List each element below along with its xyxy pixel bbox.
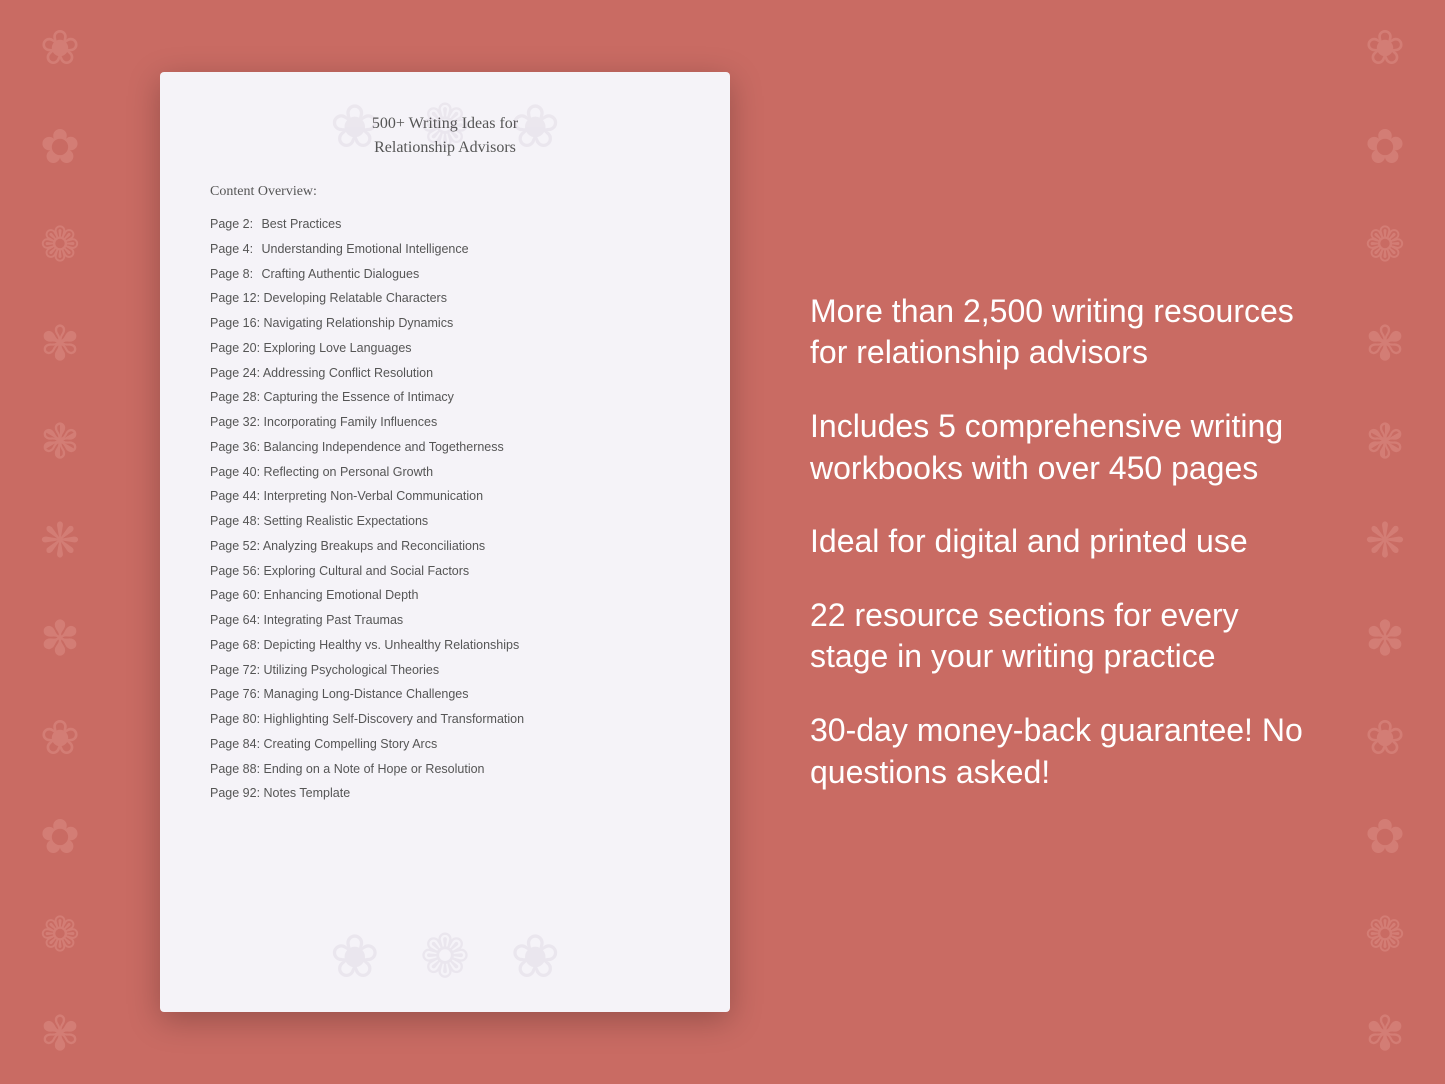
document-panel: ❀ ❁ ❀ 500+ Writing Ideas for Relationshi… [160,72,730,1012]
toc-item: Page 68: Depicting Healthy vs. Unhealthy… [210,633,680,658]
table-of-contents: Page 2: Best PracticesPage 4: Understand… [210,212,680,806]
toc-item: Page 36: Balancing Independence and Toge… [210,435,680,460]
document-title: 500+ Writing Ideas for Relationship Advi… [210,112,680,160]
toc-item: Page 32: Incorporating Family Influences [210,410,680,435]
info-point-5: 30-day money-back guarantee! No question… [810,710,1305,793]
info-point-3: Ideal for digital and printed use [810,521,1305,563]
toc-item: Page 2: Best Practices [210,212,680,237]
toc-item: Page 24: Addressing Conflict Resolution [210,361,680,386]
toc-item: Page 56: Exploring Cultural and Social F… [210,559,680,584]
toc-item: Page 64: Integrating Past Traumas [210,608,680,633]
toc-item: Page 52: Analyzing Breakups and Reconcil… [210,534,680,559]
toc-item: Page 16: Navigating Relationship Dynamic… [210,311,680,336]
content-overview-label: Content Overview: [210,184,680,200]
toc-item: Page 92: Notes Template [210,781,680,806]
info-point-2: Includes 5 comprehensive writing workboo… [810,406,1305,489]
toc-item: Page 20: Exploring Love Languages [210,336,680,361]
main-content: ❀ ❁ ❀ 500+ Writing Ideas for Relationshi… [0,0,1445,1084]
toc-item: Page 48: Setting Realistic Expectations [210,509,680,534]
toc-item: Page 60: Enhancing Emotional Depth [210,583,680,608]
toc-item: Page 40: Reflecting on Personal Growth [210,460,680,485]
toc-item: Page 80: Highlighting Self-Discovery and… [210,707,680,732]
info-panel: More than 2,500 writing resources for re… [790,291,1305,793]
toc-item: Page 84: Creating Compelling Story Arcs [210,732,680,757]
info-point-1: More than 2,500 writing resources for re… [810,291,1305,374]
info-point-4: 22 resource sections for every stage in … [810,595,1305,678]
toc-item: Page 4: Understanding Emotional Intellig… [210,237,680,262]
watermark-bottom: ❀ ❁ ❀ [160,922,730,992]
toc-item: Page 8: Crafting Authentic Dialogues [210,262,680,287]
toc-item: Page 88: Ending on a Note of Hope or Res… [210,757,680,782]
toc-item: Page 72: Utilizing Psychological Theorie… [210,658,680,683]
toc-item: Page 12: Developing Relatable Characters [210,286,680,311]
toc-item: Page 44: Interpreting Non-Verbal Communi… [210,484,680,509]
toc-item: Page 76: Managing Long-Distance Challeng… [210,682,680,707]
toc-item: Page 28: Capturing the Essence of Intima… [210,385,680,410]
